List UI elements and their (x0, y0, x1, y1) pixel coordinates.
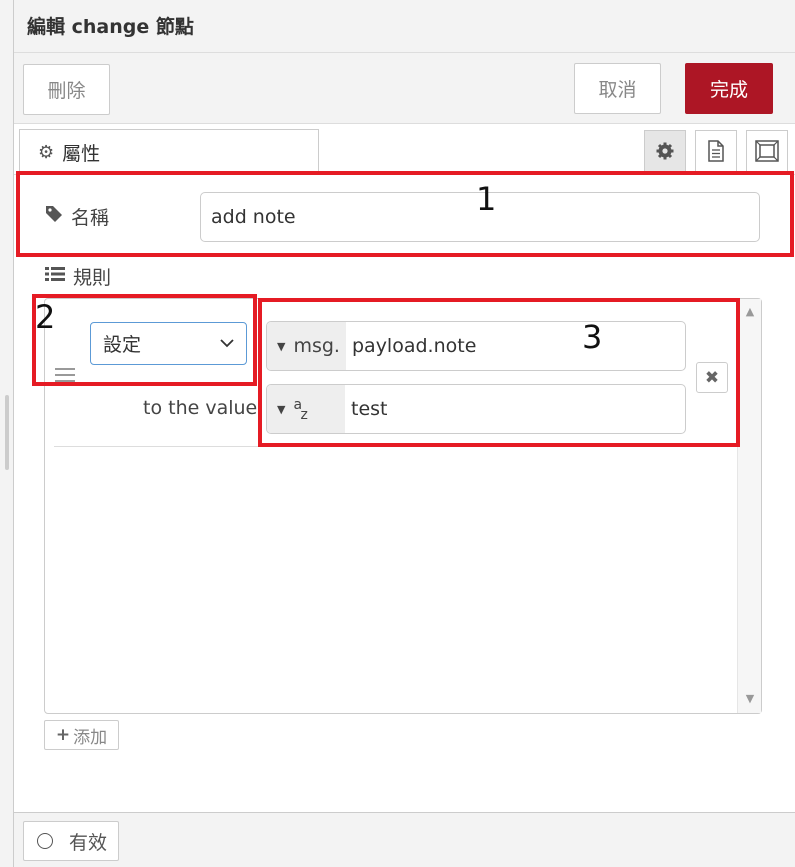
scroll-down-icon[interactable]: ▼ (738, 692, 762, 705)
tab-properties-label: 屬性 (62, 143, 101, 165)
annotation-box-3 (258, 298, 740, 447)
settings-tab-button[interactable] (644, 130, 686, 172)
cancel-button[interactable]: 取消 (574, 63, 661, 114)
annotation-box-2 (32, 294, 257, 386)
tray-toolbar (14, 53, 795, 124)
to-the-value-label: to the value (143, 397, 258, 419)
annotation-label-1: 1 (476, 180, 497, 218)
tab-properties[interactable]: ⚙ 屬性 (19, 129, 319, 175)
frame-icon (755, 140, 779, 162)
done-button[interactable]: 完成 (685, 63, 773, 114)
rules-list-scrollbar[interactable]: ▲ ▼ (737, 299, 761, 713)
circle-icon (37, 833, 53, 849)
rules-label: 規則 (45, 262, 111, 290)
add-rule-label: 添加 (73, 727, 108, 748)
enabled-label: 有效 (69, 831, 108, 854)
delete-button[interactable]: 刪除 (23, 64, 110, 115)
appearance-tab-button[interactable] (746, 130, 788, 172)
document-icon (708, 140, 724, 162)
enabled-toggle[interactable]: 有效 (23, 821, 119, 861)
annotation-box-1 (16, 171, 794, 257)
tray-footer (14, 812, 795, 867)
annotation-label-2: 2 (35, 298, 56, 336)
rules-label-text: 規則 (73, 266, 112, 289)
add-rule-button[interactable]: + 添加 (44, 720, 119, 750)
description-tab-button[interactable] (695, 130, 737, 172)
tray-title: 編輯 change 節點 (27, 16, 194, 38)
plus-icon: + (55, 725, 71, 745)
list-icon (45, 265, 65, 287)
resize-handle[interactable] (5, 395, 9, 470)
annotation-label-3: 3 (582, 318, 603, 356)
gear-icon (656, 142, 674, 160)
scroll-up-icon[interactable]: ▲ (738, 305, 762, 318)
gear-icon: ⚙ (38, 142, 55, 163)
